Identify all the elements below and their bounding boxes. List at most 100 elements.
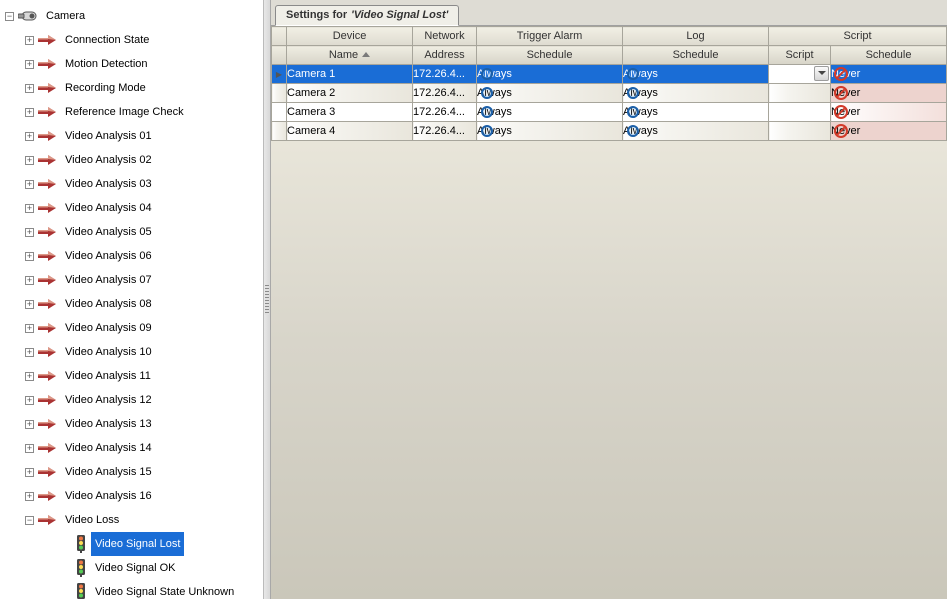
tree-item[interactable]: +Video Analysis 04 <box>25 196 263 220</box>
cell-address[interactable]: 172.26.4... <box>413 65 477 84</box>
traffic-light-icon <box>76 559 86 577</box>
cell-address[interactable]: 172.26.4... <box>413 103 477 122</box>
cell-trigger-schedule[interactable]: Always <box>477 84 623 103</box>
expand-icon[interactable]: + <box>25 396 34 405</box>
expand-icon[interactable]: + <box>25 108 34 117</box>
table-row[interactable]: Camera 4172.26.4...AlwaysAlwaysNever <box>272 122 947 141</box>
cell-name[interactable]: Camera 4 <box>287 122 413 141</box>
always-icon <box>481 68 493 80</box>
col-name[interactable]: Name <box>287 46 413 65</box>
col-trigger-schedule[interactable]: Schedule <box>477 46 623 65</box>
cell-name[interactable]: Camera 1 <box>287 65 413 84</box>
tree-item-signal-lost[interactable]: Video Signal Lost <box>63 532 263 556</box>
collapse-icon[interactable]: − <box>25 516 34 525</box>
header-script-group[interactable]: Script <box>769 27 947 46</box>
expand-icon[interactable]: + <box>25 420 34 429</box>
expand-icon[interactable]: + <box>25 348 34 357</box>
expand-icon[interactable]: + <box>25 468 34 477</box>
expand-icon[interactable]: + <box>25 156 34 165</box>
header-trigger[interactable]: Trigger Alarm <box>477 27 623 46</box>
tree-item[interactable]: +Video Analysis 07 <box>25 268 263 292</box>
cell-log-schedule[interactable]: Always <box>623 122 769 141</box>
cell-log-schedule[interactable]: Always <box>623 84 769 103</box>
cell-address[interactable]: 172.26.4... <box>413 84 477 103</box>
cell-script-schedule[interactable]: Never <box>831 122 947 141</box>
tab-settings[interactable]: Settings for'Video Signal Lost' <box>275 5 459 26</box>
cell-script-schedule[interactable]: Never <box>831 65 947 84</box>
tree-item[interactable]: +Video Analysis 03 <box>25 172 263 196</box>
cell-address[interactable]: 172.26.4... <box>413 122 477 141</box>
cell-name[interactable]: Camera 3 <box>287 103 413 122</box>
tree-item[interactable]: +Video Analysis 16 <box>25 484 263 508</box>
expand-icon[interactable]: + <box>25 324 34 333</box>
expand-icon[interactable]: + <box>25 132 34 141</box>
tree-item[interactable]: +Connection State <box>25 28 263 52</box>
header-network[interactable]: Network <box>413 27 477 46</box>
col-log-schedule[interactable]: Schedule <box>623 46 769 65</box>
tree-item[interactable]: +Video Analysis 15 <box>25 460 263 484</box>
tree-item[interactable]: +Video Analysis 06 <box>25 244 263 268</box>
cell-log-schedule[interactable]: Always <box>623 65 769 84</box>
expand-icon[interactable]: + <box>25 492 34 501</box>
never-icon <box>834 67 848 81</box>
header-log[interactable]: Log <box>623 27 769 46</box>
tree-item-video-loss[interactable]: −Video Loss <box>25 508 263 532</box>
expand-icon[interactable]: + <box>25 84 34 93</box>
header-device[interactable]: Device <box>287 27 413 46</box>
cell-script-schedule[interactable]: Never <box>831 103 947 122</box>
collapse-icon[interactable]: − <box>5 12 14 21</box>
tabbar: Settings for'Video Signal Lost' <box>271 0 947 25</box>
expand-icon[interactable]: + <box>25 204 34 213</box>
tree-item[interactable]: +Video Analysis 08 <box>25 292 263 316</box>
arrow-icon <box>38 419 56 429</box>
row-header[interactable] <box>272 103 287 122</box>
expand-icon[interactable]: + <box>25 372 34 381</box>
table-row[interactable]: Camera 3172.26.4...AlwaysAlwaysNever <box>272 103 947 122</box>
cell-script[interactable] <box>769 122 831 141</box>
expand-icon[interactable]: + <box>25 60 34 69</box>
cell-script[interactable] <box>769 65 831 84</box>
expand-icon[interactable]: + <box>25 36 34 45</box>
tree-root-camera[interactable]: − Camera <box>5 4 263 28</box>
expand-icon[interactable]: + <box>25 300 34 309</box>
cell-trigger-schedule[interactable]: Always <box>477 65 623 84</box>
cell-script[interactable] <box>769 103 831 122</box>
cell-script-schedule[interactable]: Never <box>831 84 947 103</box>
expand-icon[interactable]: + <box>25 252 34 261</box>
col-address[interactable]: Address <box>413 46 477 65</box>
cell-log-schedule[interactable]: Always <box>623 103 769 122</box>
cell-script[interactable] <box>769 84 831 103</box>
dropdown-button[interactable] <box>814 66 829 81</box>
tree-item[interactable]: +Motion Detection <box>25 52 263 76</box>
cell-name[interactable]: Camera 2 <box>287 84 413 103</box>
tree-item[interactable]: +Video Analysis 11 <box>25 364 263 388</box>
tree-item-signal-unknown[interactable]: Video Signal State Unknown <box>63 580 263 599</box>
splitter[interactable] <box>264 0 271 599</box>
cell-trigger-schedule[interactable]: Always <box>477 122 623 141</box>
row-header[interactable] <box>272 84 287 103</box>
tree-item[interactable]: +Video Analysis 12 <box>25 388 263 412</box>
expand-icon[interactable]: + <box>25 444 34 453</box>
table-row[interactable]: Camera 2172.26.4...AlwaysAlwaysNever <box>272 84 947 103</box>
tree-item[interactable]: +Video Analysis 05 <box>25 220 263 244</box>
tree-item[interactable]: +Video Analysis 09 <box>25 316 263 340</box>
tree-item[interactable]: +Recording Mode <box>25 76 263 100</box>
arrow-icon <box>38 299 56 309</box>
cell-trigger-schedule[interactable]: Always <box>477 103 623 122</box>
tree-item[interactable]: +Video Analysis 10 <box>25 340 263 364</box>
expand-icon[interactable]: + <box>25 276 34 285</box>
arrow-icon <box>38 83 56 93</box>
tree-item[interactable]: +Reference Image Check <box>25 100 263 124</box>
tree-item-signal-ok[interactable]: Video Signal OK <box>63 556 263 580</box>
col-script-schedule[interactable]: Schedule <box>831 46 947 65</box>
row-header[interactable] <box>272 65 287 84</box>
table-row[interactable]: Camera 1172.26.4...AlwaysAlwaysNever <box>272 65 947 84</box>
tree-item[interactable]: +Video Analysis 01 <box>25 124 263 148</box>
col-script[interactable]: Script <box>769 46 831 65</box>
tree-item[interactable]: +Video Analysis 02 <box>25 148 263 172</box>
expand-icon[interactable]: + <box>25 228 34 237</box>
tree-item[interactable]: +Video Analysis 14 <box>25 436 263 460</box>
expand-icon[interactable]: + <box>25 180 34 189</box>
tree-item[interactable]: +Video Analysis 13 <box>25 412 263 436</box>
row-header[interactable] <box>272 122 287 141</box>
